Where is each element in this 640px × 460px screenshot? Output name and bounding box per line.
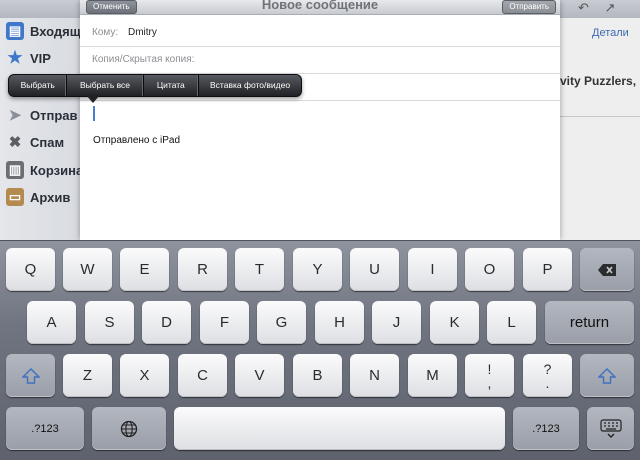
key-i[interactable]: I [408, 248, 457, 291]
keyboard-dismiss-icon [599, 418, 622, 438]
key-exclaim-label: ! [487, 360, 492, 377]
cc-bcc-label: Копия/Скрытая копия: [92, 54, 195, 65]
key-m[interactable]: M [408, 354, 457, 397]
key-t[interactable]: T [235, 248, 284, 291]
key-g[interactable]: G [257, 301, 306, 344]
shift-key-right[interactable] [580, 354, 634, 397]
insert-photo-video-menu-item[interactable]: Вставка фото/видео [199, 75, 301, 96]
key-d[interactable]: D [142, 301, 191, 344]
keyboard-dismiss-key[interactable] [587, 407, 634, 450]
key-v[interactable]: V [235, 354, 284, 397]
key-f[interactable]: F [200, 301, 249, 344]
inbox-icon: ▤ [6, 22, 24, 40]
background-toolbar-icons: ↶ ↗ [578, 0, 622, 15]
key-k[interactable]: K [430, 301, 479, 344]
numbers-key-left[interactable]: .?123 [6, 407, 84, 450]
compose-title: Новое сообщение [261, 0, 379, 12]
text-cursor [93, 106, 95, 121]
globe-icon [120, 420, 138, 437]
folder-inbox[interactable]: ▤ Входящ [6, 18, 80, 44]
key-o[interactable]: O [465, 248, 514, 291]
shift-icon [21, 367, 40, 384]
key-p[interactable]: P [523, 248, 572, 291]
trash-icon: ▥ [6, 161, 24, 179]
edit-menu: Выбрать Выбрать все Цитата Вставка фото/… [8, 74, 302, 97]
to-label: Кому: [92, 27, 119, 38]
star-icon: ★ [7, 48, 23, 67]
shift-icon [598, 367, 616, 384]
backspace-icon [598, 263, 616, 276]
key-a[interactable]: A [27, 301, 76, 344]
paper-plane-icon: ➤ [8, 107, 22, 124]
shift-key-left[interactable] [6, 354, 55, 397]
space-key[interactable] [174, 407, 505, 450]
select-all-menu-item[interactable]: Выбрать все [67, 75, 144, 96]
key-l[interactable]: L [487, 301, 536, 344]
edit-menu-arrow [86, 95, 100, 103]
cc-bcc-field[interactable]: Копия/Скрытая копия: [80, 47, 560, 74]
message-pane [560, 18, 640, 240]
select-menu-item[interactable]: Выбрать [9, 75, 68, 96]
message-divider [560, 116, 640, 117]
key-e[interactable]: E [120, 248, 169, 291]
numbers-key-right[interactable]: .?123 [513, 407, 579, 450]
spam-icon: ✖ [8, 134, 22, 151]
key-r[interactable]: R [178, 248, 227, 291]
archive-box-icon: ▭ [6, 188, 24, 206]
key-question-label: ? [543, 360, 552, 377]
key-c[interactable]: C [178, 354, 227, 397]
email-signature[interactable]: Отправлено с iPad [93, 135, 180, 146]
key-j[interactable]: J [372, 301, 421, 344]
key-u[interactable]: U [350, 248, 399, 291]
key-h[interactable]: H [315, 301, 364, 344]
return-key[interactable]: return [545, 301, 634, 344]
compose-sheet: Отменить Новое сообщение Отправить Кому:… [80, 0, 560, 240]
folder-trash[interactable]: ▥ Корзина [6, 157, 80, 183]
key-question-period[interactable]: ? . [523, 354, 572, 397]
globe-key[interactable] [92, 407, 166, 450]
message-snippet: vity Puzzlers, [560, 74, 637, 88]
key-w[interactable]: W [63, 248, 112, 291]
key-n[interactable]: N [350, 354, 399, 397]
key-exclaim-comma[interactable]: ! , [465, 354, 514, 397]
key-period-label: . [545, 374, 550, 391]
key-y[interactable]: Y [293, 248, 342, 291]
details-link[interactable]: Детали [592, 27, 629, 39]
key-b[interactable]: B [293, 354, 342, 397]
key-z[interactable]: Z [63, 354, 112, 397]
keyboard: Q W E R T Y U I O P A S D F G H J K L re… [0, 240, 640, 460]
folder-sent[interactable]: ➤ Отправ [6, 102, 80, 128]
to-recipient[interactable]: Dmitry [128, 20, 157, 46]
folder-vip[interactable]: ★ VIP [6, 45, 80, 71]
key-s[interactable]: S [85, 301, 134, 344]
compose-navbar: Отменить Новое сообщение Отправить [80, 0, 560, 15]
quote-menu-item[interactable]: Цитата [144, 75, 200, 96]
folder-spam[interactable]: ✖ Спам [6, 129, 80, 155]
key-q[interactable]: Q [6, 248, 55, 291]
key-x[interactable]: X [120, 354, 169, 397]
to-field[interactable]: Кому: Dmitry [80, 20, 560, 47]
key-comma-label: , [487, 374, 492, 391]
folder-archive[interactable]: ▭ Архив [6, 184, 80, 210]
backspace-key[interactable] [580, 248, 634, 291]
send-button[interactable]: Отправить [502, 0, 556, 14]
